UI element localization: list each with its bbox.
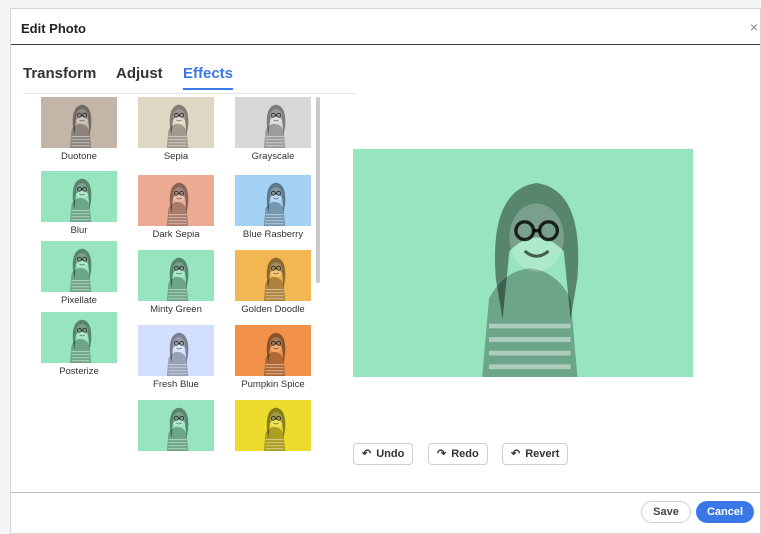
effect-thumbnail xyxy=(235,175,311,226)
close-icon[interactable]: × xyxy=(750,19,758,35)
effect-label: Pumpkin Spice xyxy=(241,379,305,390)
save-button[interactable]: Save xyxy=(641,501,691,523)
effect-pumpkin-spice[interactable]: Pumpkin Spice xyxy=(223,325,321,390)
dialog-header: Edit Photo × xyxy=(11,9,760,45)
effect-sepia[interactable]: Sepia xyxy=(126,97,226,162)
effect-blue-rasberry[interactable]: Blue Rasberry xyxy=(223,175,321,240)
tab-transform[interactable]: Transform xyxy=(23,65,96,88)
effect-label: Pixellate xyxy=(61,295,97,306)
effect-thumbnail xyxy=(138,325,214,376)
edit-photo-dialog: Edit Photo × Transform Adjust Effects Du… xyxy=(10,8,761,534)
effect-blur[interactable]: Blur xyxy=(29,171,129,236)
effect-label: Blue Rasberry xyxy=(242,229,304,240)
redo-icon: ↷ xyxy=(437,448,447,460)
effect-thumbnail xyxy=(41,171,117,222)
effect-label: Dark Sepia xyxy=(152,229,200,240)
effect-more-2[interactable] xyxy=(223,400,321,453)
effect-minty-green[interactable]: Minty Green xyxy=(126,250,226,315)
effects-list: Duotone Blur Pixellate Posterize Sepia D… xyxy=(29,97,321,453)
undo-button[interactable]: ↶ Undo xyxy=(353,443,414,465)
effect-thumbnail xyxy=(235,97,311,148)
effect-label: Sepia xyxy=(163,151,189,162)
effect-label: Fresh Blue xyxy=(153,379,199,390)
effect-thumbnail xyxy=(235,250,311,301)
effect-thumbnail xyxy=(41,312,117,363)
photo-preview xyxy=(353,149,693,377)
effect-thumbnail xyxy=(138,400,214,451)
redo-button[interactable]: ↷ Redo xyxy=(428,443,488,465)
effect-thumbnail xyxy=(138,97,214,148)
effect-duotone[interactable]: Duotone xyxy=(29,97,129,162)
effect-fresh-blue[interactable]: Fresh Blue xyxy=(126,325,226,390)
effect-thumbnail xyxy=(138,175,214,226)
effect-label: Blur xyxy=(70,225,88,236)
effect-thumbnail xyxy=(41,241,117,292)
effect-golden-doodle[interactable]: Golden Doodle xyxy=(223,250,321,315)
undo-icon: ↶ xyxy=(362,448,372,460)
tab-divider xyxy=(23,93,355,94)
effect-thumbnail xyxy=(235,400,311,451)
effect-label: Minty Green xyxy=(150,304,202,315)
effect-more-1[interactable] xyxy=(126,400,226,453)
effect-label: Duotone xyxy=(61,151,97,162)
effect-grayscale[interactable]: Grayscale xyxy=(223,97,321,162)
effect-label: Golden Doodle xyxy=(241,304,305,315)
effect-thumbnail xyxy=(41,97,117,148)
revert-label: Revert xyxy=(525,448,560,460)
effect-pixellate[interactable]: Pixellate xyxy=(29,241,129,306)
redo-label: Redo xyxy=(451,448,479,460)
effect-label: Posterize xyxy=(59,366,99,377)
effect-label: Grayscale xyxy=(251,151,295,162)
undo-label: Undo xyxy=(376,448,405,460)
tab-effects[interactable]: Effects xyxy=(183,65,234,90)
tab-adjust[interactable]: Adjust xyxy=(116,65,163,88)
cancel-button[interactable]: Cancel xyxy=(696,501,754,523)
effect-posterize[interactable]: Posterize xyxy=(29,312,129,377)
effect-thumbnail xyxy=(138,250,214,301)
revert-button[interactable]: ↶ Revert xyxy=(502,443,569,465)
effects-scrollbar[interactable] xyxy=(316,97,320,283)
effect-dark-sepia[interactable]: Dark Sepia xyxy=(126,175,226,240)
effect-thumbnail xyxy=(235,325,311,376)
footer-divider xyxy=(11,492,760,493)
dialog-title: Edit Photo xyxy=(21,21,86,36)
revert-icon: ↶ xyxy=(511,448,521,460)
